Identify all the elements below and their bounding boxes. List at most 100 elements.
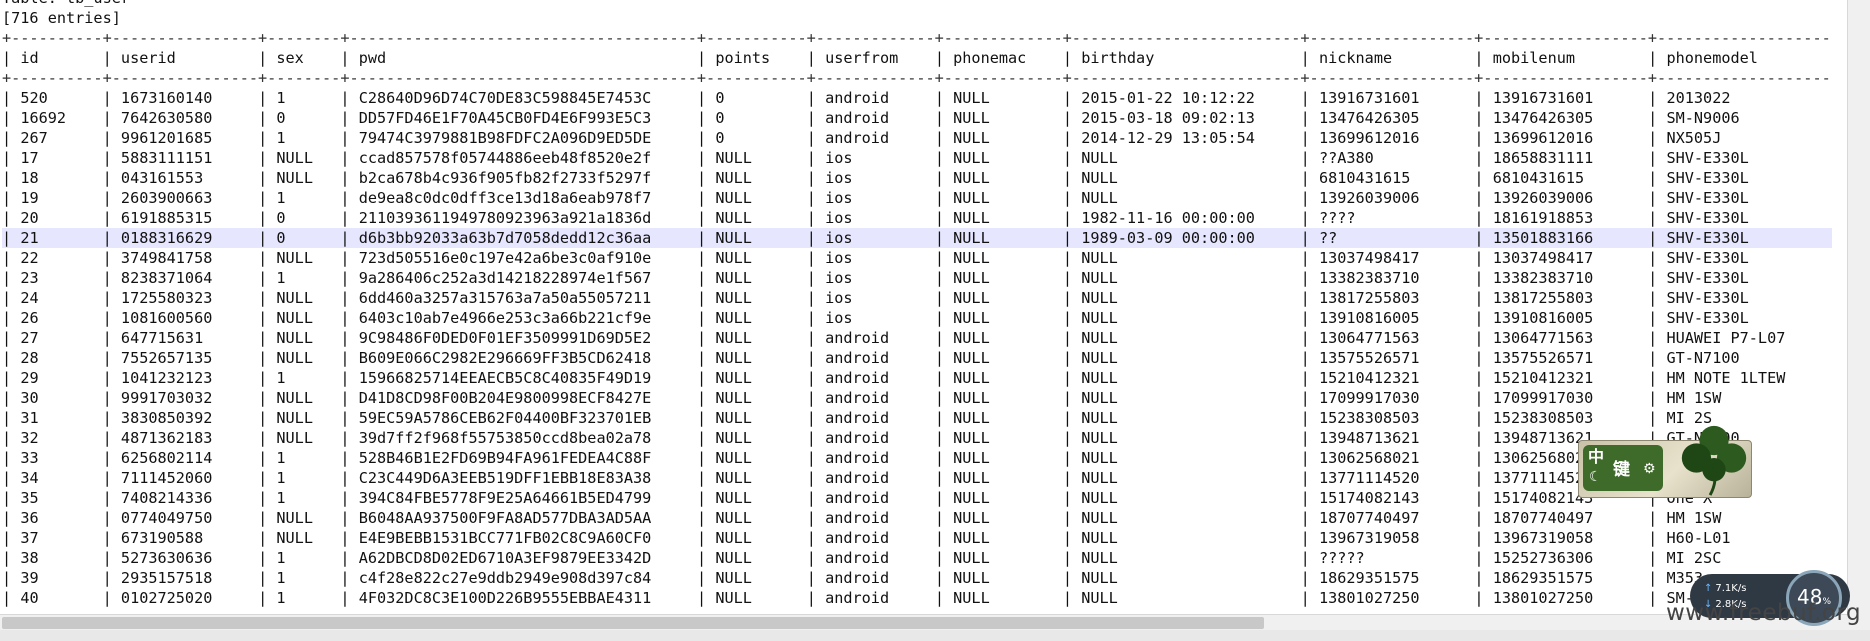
cell-phonemac: NULL — [953, 129, 1054, 147]
cell-sex: NULL — [276, 409, 332, 427]
cell-nickname: 13817255803 — [1318, 289, 1466, 307]
cell-pwd: D41D8CD98F00B204E9800998ECF8427E — [358, 389, 688, 407]
ime-panel[interactable]: 中 键 ☾ ⚙ — [1583, 445, 1663, 491]
cell-id: 27 — [20, 329, 94, 347]
cell-nickname: 13801027250 — [1318, 589, 1466, 607]
table-row[interactable]: | 40 | 0102725020 | 1 | 4F032DC8C3E100D2… — [2, 588, 1832, 608]
cell-birthday: NULL — [1081, 549, 1292, 567]
cell-sex: 1 — [276, 469, 332, 487]
cell-id: 18 — [20, 169, 94, 187]
cell-birthday: NULL — [1081, 269, 1292, 287]
cell-phonemac: NULL — [953, 389, 1054, 407]
table-row[interactable]: | 30 | 9991703032 | NULL | D41D8CD98F00B… — [2, 388, 1832, 408]
cell-userid: 5273630636 — [120, 549, 249, 567]
table-row[interactable]: | 29 | 1041232123 | 1 | 15966825714EEAEC… — [2, 368, 1832, 388]
cell-userfrom: ios — [825, 249, 926, 267]
vertical-scrollbar[interactable] — [1847, 0, 1870, 641]
cell-nickname: 17099917030 — [1318, 389, 1466, 407]
table-row[interactable]: | 35 | 7408214336 | 1 | 394C84FBE5778F9E… — [2, 488, 1832, 508]
ime-mode-char[interactable]: 中 — [1588, 448, 1604, 466]
table-row[interactable]: | 32 | 4871362183 | NULL | 39d7ff2f968f5… — [2, 428, 1832, 448]
cell-pwd: 15966825714EEAECB5C8C40835F49D19 — [358, 369, 688, 387]
cell-sex: 1 — [276, 489, 332, 507]
horizontal-scroll-thumb[interactable] — [2, 617, 1264, 629]
ime-keyboard-char[interactable]: 键 — [1613, 461, 1630, 479]
cell-pwd: 4F032DC8C3E100D226B9555EBBAE4311 — [358, 589, 688, 607]
table-row[interactable]: | 20 | 6191885315 | 0 | 2110393611949780… — [2, 208, 1832, 228]
cell-phonemac: NULL — [953, 269, 1054, 287]
table-row[interactable]: | 36 | 0774049750 | NULL | B6048AA937500… — [2, 508, 1832, 528]
cell-phonemodel: H60-L01 — [1666, 529, 1731, 547]
cell-points: NULL — [715, 349, 798, 367]
gear-icon[interactable]: ⚙ — [1643, 461, 1656, 477]
cell-nickname: 13967319058 — [1318, 529, 1466, 547]
cell-userfrom: android — [825, 129, 926, 147]
cell-phonemodel: SHV-E330L — [1666, 269, 1749, 287]
column-header-pwd: pwd — [358, 49, 688, 67]
table-row[interactable]: | 24 | 1725580323 | NULL | 6dd460a3257a3… — [2, 288, 1832, 308]
table-row[interactable]: | 21 | 0188316629 | 0 | d6b3bb92033a63b7… — [2, 228, 1832, 248]
cell-id: 36 — [20, 509, 94, 527]
cell-sex: NULL — [276, 349, 332, 367]
border-top: +----------+----------------+--------+--… — [2, 29, 1832, 47]
table-row[interactable]: | 28 | 7552657135 | NULL | B609E066C2982… — [2, 348, 1832, 368]
cell-pwd: E4E9BEBB1531BCC771FB02C8C9A60CF0 — [358, 529, 688, 547]
table-row[interactable]: | 27 | 647715631 | NULL | 9C98486F0DED0F… — [2, 328, 1832, 348]
cell-sex: NULL — [276, 249, 332, 267]
cell-nickname: 13064771563 — [1318, 329, 1466, 347]
horizontal-scrollbar[interactable] — [0, 614, 1848, 631]
clover-icon — [1681, 425, 1747, 496]
cell-userid: 1081600560 — [120, 309, 249, 327]
cell-phonemodel: SHV-E330L — [1666, 309, 1749, 327]
table-row[interactable]: | 17 | 5883111151 | NULL | ccad857578f05… — [2, 148, 1832, 168]
table-row[interactable]: | 31 | 3830850392 | NULL | 59EC59A5786CE… — [2, 408, 1832, 428]
cell-userid: 9991703032 — [120, 389, 249, 407]
cell-phonemodel: 2013022 — [1666, 89, 1731, 107]
table-row[interactable]: | 19 | 2603900663 | 1 | de9ea8c0dc0dff3c… — [2, 188, 1832, 208]
cell-id: 32 — [20, 429, 94, 447]
table-row[interactable]: | 39 | 2935157518 | 1 | c4f28e822c27e9dd… — [2, 568, 1832, 588]
cell-userfrom: android — [825, 409, 926, 427]
table-row[interactable]: | 38 | 5273630636 | 1 | A62DBCD8D02ED671… — [2, 548, 1832, 568]
upload-speed: ↑ 7.1K/s — [1704, 583, 1746, 595]
moon-icon[interactable]: ☾ — [1589, 469, 1602, 485]
cell-phonemac: NULL — [953, 189, 1054, 207]
table-row[interactable]: | 23 | 8238371064 | 1 | 9a286406c252a3d1… — [2, 268, 1832, 288]
table-row[interactable]: | 33 | 6256802114 | 1 | 528B46B1E2FD69B9… — [2, 448, 1832, 468]
cell-userfrom: android — [825, 349, 926, 367]
cell-mobilenum: 15252736306 — [1492, 549, 1640, 567]
table-row[interactable]: | 34 | 7111452060 | 1 | C23C449D6A3EEB51… — [2, 468, 1832, 488]
table-row[interactable]: | 22 | 3749841758 | NULL | 723d505516e0c… — [2, 248, 1832, 268]
table-row[interactable]: | 520 | 1673160140 | 1 | C28640D96D74C70… — [2, 88, 1832, 108]
cell-nickname: ????? — [1318, 549, 1466, 567]
cell-mobilenum: 18629351575 — [1492, 569, 1640, 587]
cell-pwd: b2ca678b4c936f905fb82f2733f5297f — [358, 169, 688, 187]
cell-phonemac: NULL — [953, 589, 1054, 607]
cell-birthday: NULL — [1081, 369, 1292, 387]
ime-toolbar[interactable]: 中 键 ☾ ⚙ — [1578, 425, 1752, 498]
cell-sex: NULL — [276, 289, 332, 307]
cell-nickname: 13699612016 — [1318, 129, 1466, 147]
cell-userfrom: android — [825, 549, 926, 567]
cell-userfrom: android — [825, 469, 926, 487]
cell-phonemac: NULL — [953, 489, 1054, 507]
cell-birthday: NULL — [1081, 189, 1292, 207]
cell-pwd: 39d7ff2f968f55753850ccd8bea02a78 — [358, 429, 688, 447]
cell-points: NULL — [715, 529, 798, 547]
cell-userfrom: ios — [825, 169, 926, 187]
cell-nickname: 13910816005 — [1318, 309, 1466, 327]
table-header: | id | userid | sex | pwd | points | use… — [2, 48, 1832, 68]
cell-birthday: NULL — [1081, 249, 1292, 267]
cell-points: NULL — [715, 369, 798, 387]
cell-nickname: ??A380 — [1318, 149, 1466, 167]
table-row[interactable]: | 37 | 673190588 | NULL | E4E9BEBB1531BC… — [2, 528, 1832, 548]
column-header-sex: sex — [276, 49, 332, 67]
table-row[interactable]: | 16692 | 7642630580 | 0 | DD57FD46E1F70… — [2, 108, 1832, 128]
cell-sex: 0 — [276, 229, 332, 247]
table-row[interactable]: | 18 | 043161553 | NULL | b2ca678b4c936f… — [2, 168, 1832, 188]
cell-id: 33 — [20, 449, 94, 467]
table-row[interactable]: | 267 | 9961201685 | 1 | 79474C3979881B9… — [2, 128, 1832, 148]
cell-nickname: 18629351575 — [1318, 569, 1466, 587]
table-row[interactable]: | 26 | 1081600560 | NULL | 6403c10ab7e49… — [2, 308, 1832, 328]
cell-sex: NULL — [276, 309, 332, 327]
